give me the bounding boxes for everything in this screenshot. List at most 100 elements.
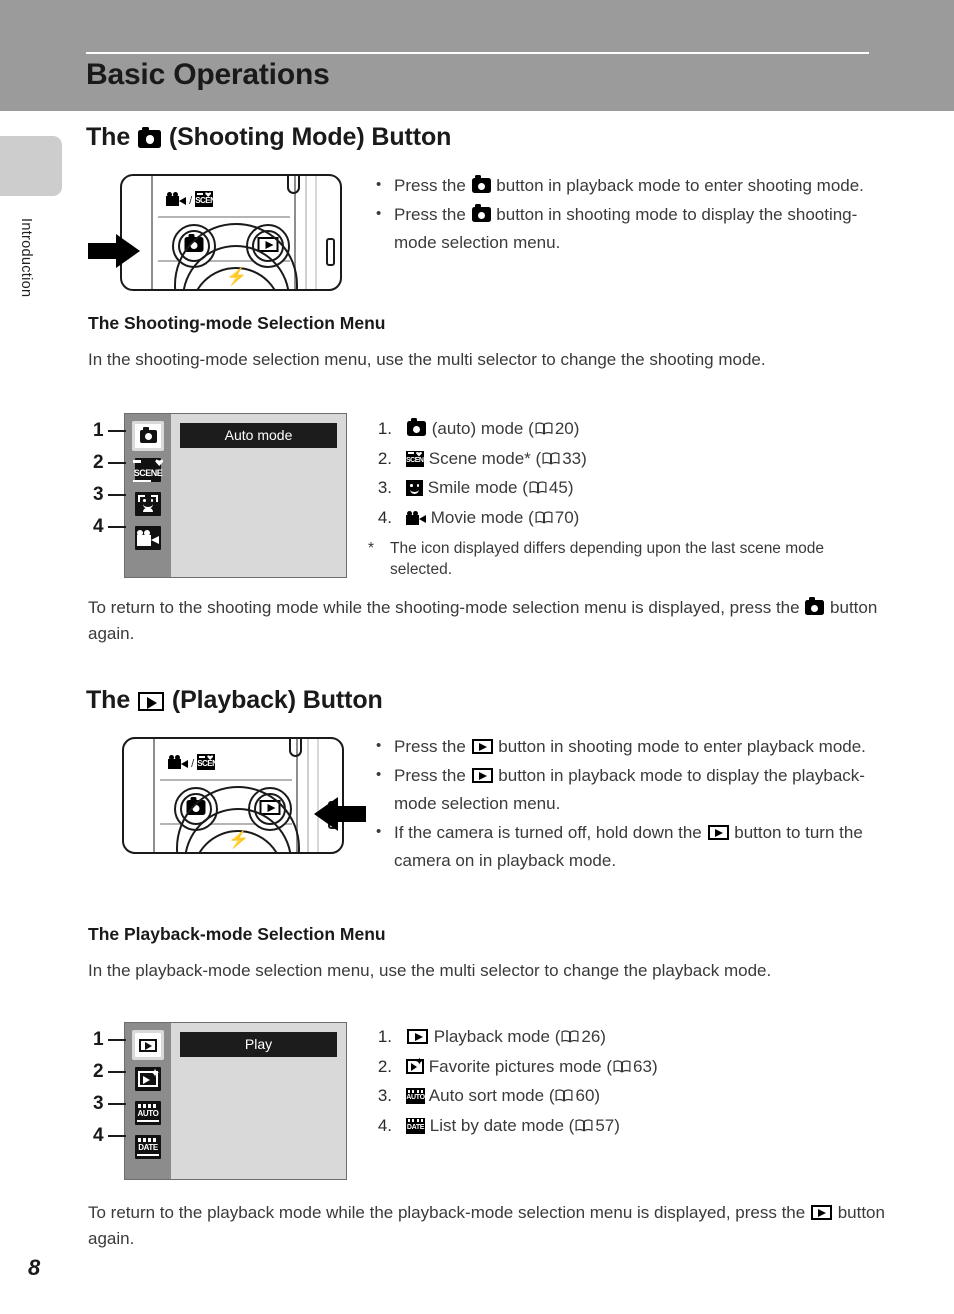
- movie-icon: [168, 755, 188, 769]
- menu-rail-item-movie[interactable]: [132, 523, 164, 553]
- callout-line-4: [108, 1135, 126, 1138]
- menu-rail-item-list-by-date[interactable]: DATE: [132, 1132, 164, 1162]
- bullet-item: Press the button in shooting mode to ent…: [372, 732, 872, 761]
- page-reference-book-icon: [535, 422, 553, 435]
- smile-icon: [135, 492, 161, 516]
- section-heading-playback: The (Playback) Button: [86, 686, 383, 715]
- ref-page-number: 26: [581, 1027, 601, 1046]
- callout-line-1: [108, 430, 126, 433]
- list-label: Scene mode*: [428, 448, 531, 468]
- playback-icon: [407, 1029, 428, 1044]
- camera-figure-playback: / SCENE ⚡: [122, 737, 366, 854]
- shooting-mode-list: 1. (auto) mode (20) 2. SCENE Scene mode*…: [368, 414, 587, 532]
- camera-edge-line-right3: [315, 176, 317, 289]
- list-by-date-icon-text: DATE: [138, 1143, 158, 1152]
- bullet-text-pre: If the camera is turned off, hold down t…: [394, 823, 702, 842]
- footnote-text: The icon displayed differs depending upo…: [390, 540, 825, 578]
- playback-mode-list: 1. Playback mode (26) 2. ✦ Favorite pict…: [368, 1022, 658, 1140]
- menu-rail-item-smile[interactable]: [132, 489, 164, 519]
- menu-rail-item-auto[interactable]: [132, 421, 164, 451]
- page-reference-book-icon: [561, 1030, 579, 1043]
- ref-open-paren: (: [528, 507, 534, 527]
- list-by-date-icon: DATE: [135, 1135, 161, 1159]
- camera-mode-label: / SCENE: [168, 754, 216, 770]
- list-label: Smile mode: [427, 478, 518, 497]
- callout-number-2: 2: [93, 1061, 104, 1082]
- list-by-date-icon-text: DATE: [406, 1123, 425, 1131]
- ref-close-paren: ): [573, 419, 580, 438]
- subheading-shooting-menu: The Shooting-mode Selection Menu: [88, 313, 386, 333]
- auto-sort-icon-text: AUTO: [137, 1109, 159, 1118]
- menu-rail-item-favorites[interactable]: ✦: [132, 1064, 164, 1094]
- bullet-text-post: button in shooting mode to enter playbac…: [498, 737, 866, 756]
- menu-rail-item-scene[interactable]: SCENE: [132, 455, 164, 485]
- flash-icon: ⚡: [228, 830, 250, 849]
- camera-edge-line-left: [151, 176, 153, 289]
- ref-page-number: 20: [554, 419, 574, 438]
- camera-strap-lug: [289, 739, 302, 757]
- bullet-text-pre: Press the: [394, 737, 466, 756]
- callout-line-2: [108, 1071, 126, 1074]
- list-number: 2.: [377, 1056, 392, 1076]
- list-label: Favorite pictures mode: [428, 1056, 602, 1076]
- list-item: 1. Playback mode (26): [368, 1022, 658, 1052]
- ref-close-paren: ): [581, 448, 587, 468]
- list-item: 2. ✦ Favorite pictures mode (63): [368, 1052, 658, 1082]
- playback-icon: [471, 739, 493, 754]
- ref-close-paren: ): [600, 1027, 606, 1046]
- camera-icon: [471, 204, 491, 222]
- menu-rail-item-playback[interactable]: [132, 1030, 164, 1060]
- heading-prefix: The: [86, 686, 131, 714]
- camera-edge-line-right2: [307, 739, 309, 852]
- bullet-list-shooting: Press the button in playback mode to ent…: [372, 171, 872, 258]
- pointer-arrow-to-play-button: [314, 797, 366, 831]
- list-item: 3. AUTO Auto sort mode (60): [368, 1081, 658, 1111]
- bullet-text-pre: Press the: [394, 205, 466, 224]
- list-item: 3. Smile mode (45): [368, 473, 587, 503]
- scene-icon: SCENE: [132, 458, 164, 482]
- camera-mode-label: / SCENE: [166, 191, 214, 207]
- bullet-text-post: button in playback mode to enter shootin…: [496, 176, 864, 195]
- callout-number-4: 4: [93, 516, 104, 537]
- camera-panel-line-top: [160, 779, 292, 781]
- ref-page-number: 70: [554, 507, 574, 527]
- closing-text-pre: To return to the shooting mode while the…: [88, 598, 800, 617]
- favorite-pictures-icon: ✦: [406, 1056, 424, 1074]
- smile-icon: [406, 480, 423, 496]
- closing-paragraph-playback: To return to the playback mode while the…: [88, 1200, 888, 1252]
- auto-sort-icon: AUTO: [135, 1101, 161, 1125]
- menu-main-area: Auto mode: [171, 414, 346, 577]
- ref-close-paren: ): [651, 1056, 658, 1076]
- shooting-mode-camera-icon: [138, 126, 162, 148]
- ref-open-paren: (: [535, 448, 542, 468]
- heading-suffix: (Playback) Button: [171, 686, 383, 714]
- callout-number-4: 4: [93, 1125, 104, 1146]
- camera-icon: [407, 418, 426, 436]
- flash-icon: ⚡: [226, 267, 248, 286]
- camera-icon: [805, 597, 825, 615]
- playback-icon: [707, 825, 729, 840]
- footnote-marker: *: [368, 540, 375, 557]
- list-item: 1. (auto) mode (20): [368, 414, 587, 444]
- camera-edge-line-left: [153, 739, 155, 852]
- list-label: (auto) mode: [431, 419, 524, 438]
- page-reference-book-icon: [575, 1118, 593, 1132]
- bullet-item: If the camera is turned off, hold down t…: [372, 818, 872, 875]
- ref-close-paren: ): [567, 478, 574, 497]
- ref-page-number: 45: [548, 478, 568, 497]
- menu-rail-item-auto-sort[interactable]: AUTO: [132, 1098, 164, 1128]
- subheading-playback-menu: The Playback-mode Selection Menu: [88, 924, 386, 944]
- bullet-item: Press the button in playback mode to ent…: [372, 171, 872, 200]
- ref-open-paren: (: [528, 419, 534, 438]
- camera-edge-line-right2: [305, 176, 307, 289]
- page-number: 8: [28, 1255, 41, 1280]
- list-label: Playback mode: [433, 1027, 550, 1046]
- menu-selected-title: Auto mode: [180, 423, 337, 448]
- list-number: 3.: [377, 1086, 392, 1105]
- ref-close-paren: ): [614, 1115, 620, 1135]
- camera-body: / SCENE ⚡: [122, 737, 344, 854]
- list-number: 4.: [377, 1115, 392, 1135]
- page-reference-book-icon: [613, 1059, 631, 1073]
- callout-number-2: 2: [93, 452, 104, 473]
- camera-side-notch: [326, 238, 335, 266]
